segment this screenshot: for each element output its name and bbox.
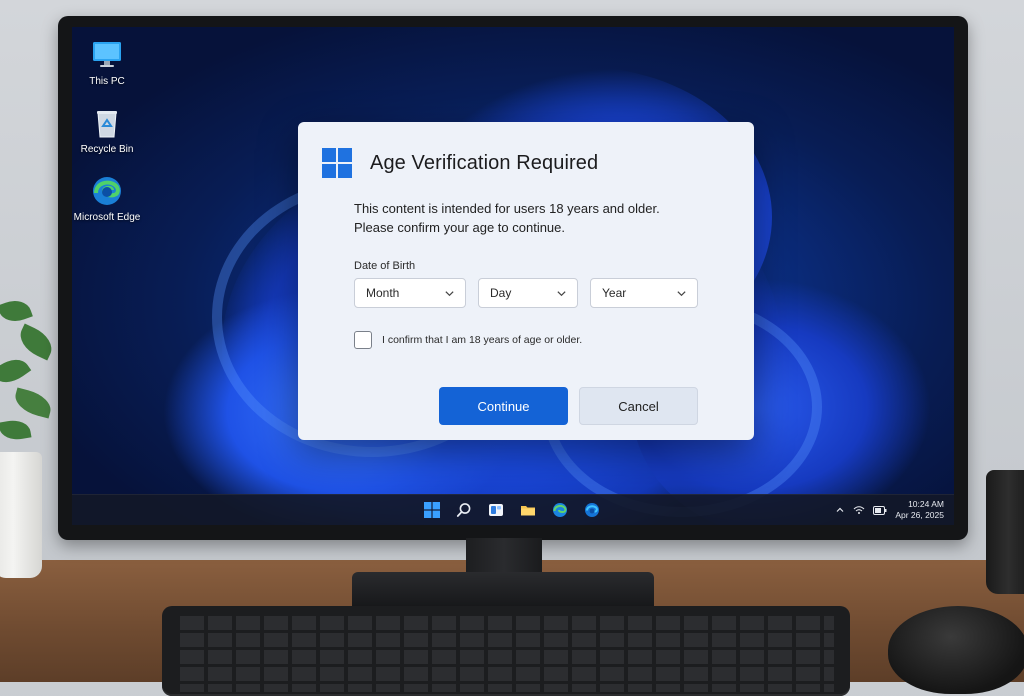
month-select-value: Month: [366, 286, 400, 300]
recycle-bin-icon: [97, 111, 117, 138]
keyboard: [162, 606, 850, 696]
desktop-screen: This PC Recycle Bin Microsoft Edge Age V…: [72, 27, 954, 525]
dialog-header: Age Verification Required: [322, 148, 598, 178]
dialog-message: This content is intended for users 18 ye…: [354, 199, 734, 237]
taskbar-clock[interactable]: 10:24 AM Apr 26, 2025: [895, 499, 944, 521]
plant-pot: [0, 452, 42, 578]
age-confirm-label: I confirm that I am 18 years of age or o…: [382, 334, 583, 346]
desktop-icon-this-pc[interactable]: This PC: [72, 38, 142, 88]
edge-icon: [585, 503, 599, 517]
taskbar-edge-button[interactable]: [550, 500, 570, 520]
monitor-icon: [93, 42, 121, 67]
taskbar-file-explorer-button[interactable]: [518, 500, 538, 520]
day-select[interactable]: Day: [478, 278, 578, 308]
day-select-value: Day: [490, 286, 512, 300]
desktop-icon-label: This PC: [89, 76, 125, 87]
continue-button[interactable]: Continue: [439, 387, 568, 425]
desktop-icon-recycle-bin[interactable]: Recycle Bin: [72, 106, 142, 156]
monitor-stand-base: [352, 572, 654, 610]
clock-time: 10:24 AM: [908, 499, 944, 509]
desktop-icon-label: Recycle Bin: [80, 144, 134, 155]
age-confirm-checkbox[interactable]: [354, 331, 372, 349]
edge-icon: [93, 177, 121, 205]
system-tray: 10:24 AM Apr 26, 2025: [835, 498, 944, 522]
mouse: [888, 606, 1024, 694]
dialog-message-line: This content is intended for users 18 ye…: [354, 201, 660, 216]
chevron-down-icon: [445, 290, 454, 296]
desktop-icon-microsoft-edge[interactable]: Microsoft Edge: [72, 174, 142, 224]
year-select-value: Year: [602, 286, 627, 300]
taskbar: 10:24 AM Apr 26, 2025: [72, 494, 954, 525]
taskbar-start-button[interactable]: [422, 500, 442, 520]
taskbar-apps: [422, 500, 602, 520]
desktop-icon-label: Microsoft Edge: [73, 212, 141, 223]
battery-icon[interactable]: [873, 505, 887, 515]
file-explorer-icon: [521, 506, 535, 516]
cancel-button[interactable]: Cancel: [579, 387, 698, 425]
windows-start-icon: [424, 502, 440, 518]
year-select[interactable]: Year: [590, 278, 698, 308]
date-of-birth-label: Date of Birth: [354, 260, 416, 272]
wifi-icon[interactable]: [853, 505, 865, 515]
keyboard-keys: [178, 616, 834, 692]
clock-date: Apr 26, 2025: [895, 510, 944, 520]
chevron-up-icon[interactable]: [835, 505, 845, 515]
age-confirm-row: I confirm that I am 18 years of age or o…: [354, 331, 582, 349]
chevron-down-icon: [557, 290, 566, 296]
taskbar-search-button[interactable]: [454, 500, 474, 520]
widgets-icon: [489, 504, 503, 516]
month-select[interactable]: Month: [354, 278, 466, 308]
age-verification-dialog: Age Verification Required This content i…: [298, 122, 754, 440]
edge-icon: [553, 503, 567, 517]
windows-logo-icon: [322, 148, 352, 178]
taskbar-edge-button[interactable]: [582, 500, 602, 520]
taskbar-widgets-button[interactable]: [486, 500, 506, 520]
coffee-mug: [986, 470, 1024, 594]
search-icon: [456, 503, 471, 517]
chevron-down-icon: [677, 290, 686, 296]
dialog-title: Age Verification Required: [370, 151, 599, 174]
dialog-message-line: Please confirm your age to continue.: [354, 220, 566, 235]
